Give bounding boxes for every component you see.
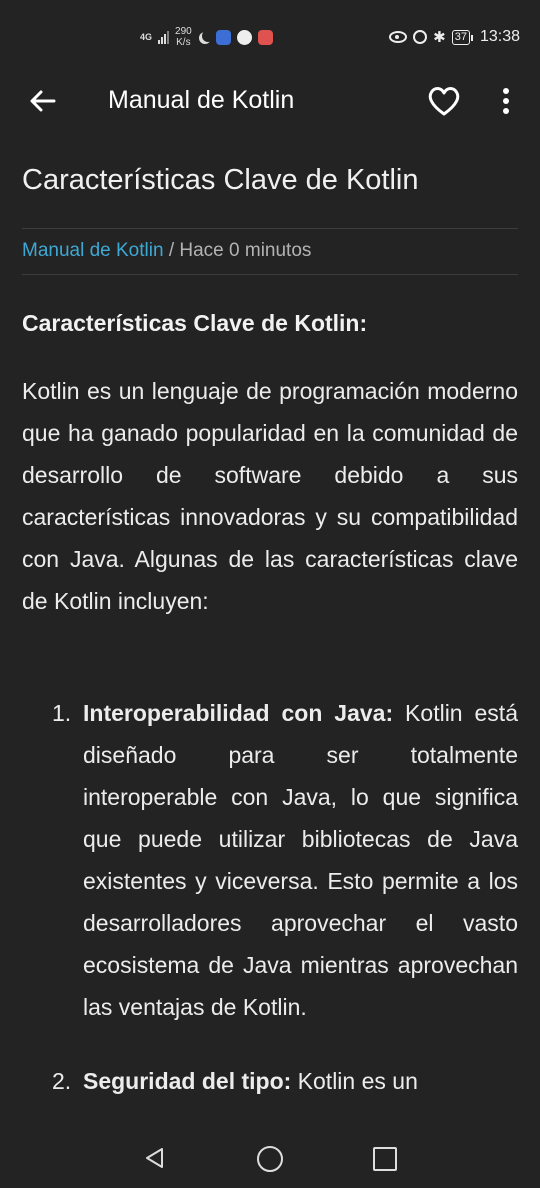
app-notification-icon	[257, 29, 273, 45]
circle-home-icon[interactable]	[257, 1146, 283, 1172]
system-nav-bar	[0, 1128, 540, 1188]
bluetooth-icon: ✱	[433, 29, 446, 46]
item-text: Kotlin es un	[291, 1068, 418, 1094]
meta-separator: /	[163, 240, 180, 261]
chat-notification-icon	[236, 29, 252, 45]
list-item: 1. Interoperabilidad con Java: Kotlin est…	[0, 692, 518, 1028]
status-bar: 4G 290 K/s ✱ 37 13:38	[0, 0, 540, 72]
list-item: 2. Seguridad del tipo: Kotlin es un	[0, 1060, 518, 1102]
signal-icon	[158, 30, 170, 44]
more-vertical-icon[interactable]	[494, 84, 518, 118]
article-meta: Manual de Kotlin / Hace 0 minutos	[22, 240, 311, 262]
item-number: 2.	[52, 1068, 72, 1094]
eye-comfort-icon	[389, 31, 408, 43]
item-heading: Seguridad del tipo:	[83, 1068, 292, 1094]
alarm-icon	[413, 30, 428, 44]
triangle-back-icon[interactable]	[143, 1146, 167, 1170]
maps-notification-icon	[215, 29, 231, 45]
app-title: Manual de Kotlin	[108, 86, 295, 114]
section-heading: Características Clave de Kotlin:	[22, 310, 368, 336]
network-type: 4G	[140, 31, 153, 42]
time-ago: Hace 0 minutos	[179, 240, 312, 261]
clock: 13:38	[479, 28, 520, 45]
status-right: ✱ 37 13:38	[389, 28, 520, 46]
divider	[22, 274, 518, 275]
divider	[22, 228, 518, 229]
do-not-disturb-icon	[202, 30, 214, 42]
square-recents-icon[interactable]	[373, 1147, 397, 1171]
network-speed: 290 K/s	[175, 26, 192, 48]
heart-outline-icon[interactable]	[426, 84, 462, 118]
item-number: 1.	[52, 700, 72, 726]
app-bar: Manual de Kotlin	[0, 72, 540, 132]
item-heading: Interoperabilidad con Java:	[83, 700, 394, 726]
category-link[interactable]: Manual de Kotlin	[22, 240, 164, 261]
features-list: 1. Interoperabilidad con Java: Kotlin est…	[0, 692, 540, 1134]
arrow-left-icon[interactable]	[26, 84, 60, 118]
item-text: Kotlin está diseñado para ser totalmente…	[83, 700, 518, 1020]
intro-paragraph: Kotlin es un lenguaje de programación mo…	[22, 378, 518, 614]
status-left: 4G 290 K/s	[140, 26, 273, 48]
battery-icon: 37	[451, 29, 474, 45]
page-title: Características Clave de Kotlin	[22, 164, 419, 196]
